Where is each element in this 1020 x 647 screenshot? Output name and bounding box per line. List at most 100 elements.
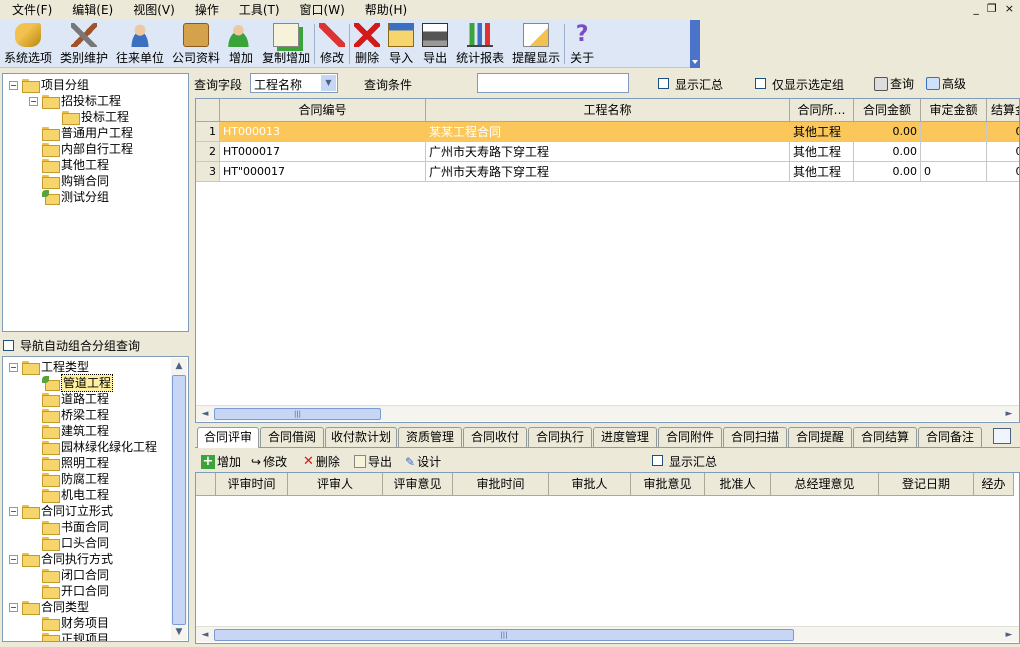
column-header[interactable]: 登记日期: [879, 473, 974, 496]
scroll-thumb[interactable]: [172, 375, 186, 625]
tree-item[interactable]: 口头合同: [29, 535, 109, 551]
collapse-toggle-icon[interactable]: −: [9, 362, 18, 372]
tree-item[interactable]: − 工程类型: [9, 359, 89, 375]
tab-1[interactable]: 合同评审: [197, 427, 259, 448]
collapse-toggle-icon[interactable]: −: [9, 554, 18, 564]
toolbar-button-8[interactable]: 删除: [350, 20, 384, 68]
tree-item[interactable]: 财务项目: [29, 615, 109, 631]
tree-item[interactable]: 投标工程: [49, 109, 129, 125]
nav-auto-group-checkbox[interactable]: [3, 339, 14, 351]
query-field-select[interactable]: 工程名称 ▼: [250, 73, 338, 93]
detail-show-summary-checkbox[interactable]: [652, 455, 663, 466]
tab-3[interactable]: 收付款计划: [325, 427, 397, 447]
tree-item[interactable]: 闭口合同: [29, 567, 109, 583]
chevron-down-icon[interactable]: ▼: [321, 75, 336, 91]
tree-item[interactable]: 购销合同: [29, 173, 109, 189]
menu-item[interactable]: 窗口(W): [287, 0, 352, 20]
column-header[interactable]: 审批人: [549, 473, 631, 496]
tab-list-icon[interactable]: [993, 428, 1011, 444]
collapse-toggle-icon[interactable]: −: [9, 506, 18, 516]
menu-item[interactable]: 编辑(E): [59, 0, 120, 20]
toolbar-button-2[interactable]: 类别维护: [56, 20, 112, 68]
tab-4[interactable]: 资质管理: [398, 427, 462, 447]
tab-8[interactable]: 合同附件: [658, 427, 722, 447]
tab-12[interactable]: 合同备注: [918, 427, 982, 447]
tree-item[interactable]: − 合同类型: [9, 599, 89, 615]
collapse-toggle-icon[interactable]: −: [29, 96, 38, 106]
menu-item[interactable]: 视图(V): [120, 0, 182, 20]
detail-delete-button[interactable]: ✕ 删除: [303, 453, 340, 470]
collapse-toggle-icon[interactable]: −: [9, 80, 18, 90]
scroll-left-icon[interactable]: ◄: [198, 628, 212, 642]
scroll-up-icon[interactable]: ▲: [172, 359, 186, 373]
column-header[interactable]: 评审意见: [383, 473, 453, 496]
restore-icon[interactable]: ❐: [987, 2, 997, 15]
toolbar-button-9[interactable]: 导入: [384, 20, 418, 68]
tree-item[interactable]: 普通用户工程: [29, 125, 133, 141]
toolbar-button-11[interactable]: 统计报表: [452, 20, 508, 68]
tab-9[interactable]: 合同扫描: [723, 427, 787, 447]
tree-item[interactable]: 桥梁工程: [29, 407, 109, 423]
tab-6[interactable]: 合同执行: [528, 427, 592, 447]
tree-item[interactable]: 园林绿化绿化工程: [29, 439, 157, 455]
table-row[interactable]: 3HT"000017广州市天寿路下穿工程其他工程0.0000.00: [196, 162, 1019, 182]
detail-edit-button[interactable]: ↪ 修改: [251, 453, 287, 470]
tree-item[interactable]: − 项目分组: [9, 77, 89, 93]
column-header[interactable]: 工程名称: [426, 99, 790, 122]
column-header[interactable]: 总经理意见: [771, 473, 879, 496]
review-grid-hscroll[interactable]: ◄ ||| ►: [196, 626, 1019, 642]
tree-item[interactable]: − 合同执行方式: [9, 551, 113, 567]
column-header[interactable]: 合同金额: [854, 99, 921, 122]
menu-item[interactable]: 工具(T): [226, 0, 287, 20]
toolbar-button-10[interactable]: 导出: [418, 20, 452, 68]
scroll-right-icon[interactable]: ►: [1002, 407, 1016, 421]
close-icon[interactable]: ×: [1005, 2, 1014, 15]
table-row[interactable]: 2HT000017广州市天寿路下穿工程其他工程0.000.00: [196, 142, 1019, 162]
tree-item[interactable]: − 合同订立形式: [9, 503, 113, 519]
column-header[interactable]: 批准人: [705, 473, 771, 496]
toolbar-button-1[interactable]: 系统选项: [0, 20, 56, 68]
detail-design-button[interactable]: ✎ 设计: [405, 453, 441, 470]
query-button[interactable]: 查询: [874, 75, 914, 92]
tree-item[interactable]: 内部自行工程: [29, 141, 133, 157]
menu-item[interactable]: 文件(F): [0, 0, 59, 20]
tree-item[interactable]: 建筑工程: [29, 423, 109, 439]
tab-5[interactable]: 合同收付: [463, 427, 527, 447]
collapse-toggle-icon[interactable]: −: [9, 602, 18, 612]
category-tree-scrollbar[interactable]: ▲ ▼: [171, 358, 187, 640]
tree-item[interactable]: 书面合同: [29, 519, 109, 535]
minimize-icon[interactable]: _: [973, 2, 979, 15]
toolbar-button-6[interactable]: 复制增加: [258, 20, 314, 68]
toolbar-button-4[interactable]: 公司资料: [168, 20, 224, 68]
toolbar-button-12[interactable]: 提醒显示: [508, 20, 564, 68]
scroll-thumb[interactable]: |||: [214, 629, 794, 641]
scroll-down-icon[interactable]: ▼: [172, 625, 186, 639]
tree-item[interactable]: 机电工程: [29, 487, 109, 503]
toolbar-button-3[interactable]: 往来单位: [112, 20, 168, 68]
tab-2[interactable]: 合同借阅: [260, 427, 324, 447]
tab-7[interactable]: 进度管理: [593, 427, 657, 447]
column-header[interactable]: 合同所…: [790, 99, 854, 122]
tree-item[interactable]: 防腐工程: [29, 471, 109, 487]
column-header[interactable]: 经办: [974, 473, 1014, 496]
column-header[interactable]: 审批意见: [631, 473, 705, 496]
column-header[interactable]: 评审人: [288, 473, 383, 496]
column-header[interactable]: 合同编号: [220, 99, 426, 122]
column-header[interactable]: 评审时间: [216, 473, 288, 496]
tab-11[interactable]: 合同结算: [853, 427, 917, 447]
detail-add-button[interactable]: + 增加: [201, 453, 241, 470]
detail-export-button[interactable]: 导出: [354, 453, 392, 470]
scroll-thumb[interactable]: |||: [214, 408, 381, 420]
show-summary-checkbox[interactable]: [658, 78, 669, 89]
toolbar-button-5[interactable]: 增加: [224, 20, 258, 68]
column-header[interactable]: 审定金额: [921, 99, 987, 122]
tree-item[interactable]: 道路工程: [29, 391, 109, 407]
column-header[interactable]: 审批时间: [453, 473, 549, 496]
toolbar-button-7[interactable]: 修改: [315, 20, 349, 68]
tree-item[interactable]: 管道工程: [29, 374, 114, 392]
tree-item[interactable]: 测试分组: [29, 189, 109, 205]
advanced-button[interactable]: 高级: [926, 75, 966, 92]
menu-item[interactable]: 操作: [182, 0, 226, 20]
tree-item[interactable]: − 招投标工程: [29, 93, 121, 109]
tree-item[interactable]: 其他工程: [29, 157, 109, 173]
